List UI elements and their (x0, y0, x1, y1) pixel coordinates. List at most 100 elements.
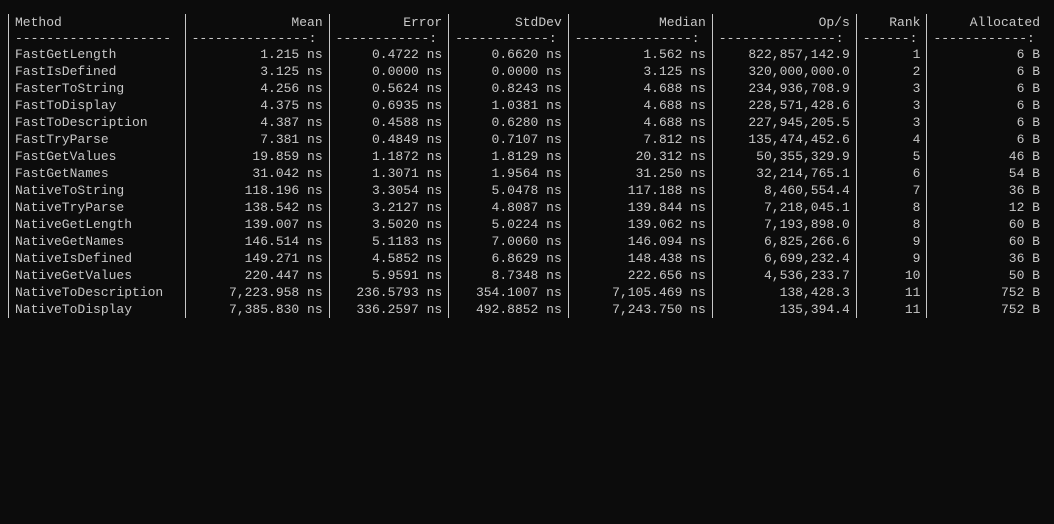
cell-9-1: 138.542 ns (185, 199, 329, 216)
col-header-allocated: Allocated (927, 14, 1046, 31)
col-separator-2: ------------: (329, 31, 449, 46)
cell-10-1: 139.007 ns (185, 216, 329, 233)
cell-5-1: 7.381 ns (185, 131, 329, 148)
cell-1-2: 0.0000 ns (329, 63, 449, 80)
cell-5-5: 135,474,452.6 (712, 131, 856, 148)
cell-13-2: 5.9591 ns (329, 267, 449, 284)
cell-10-6: 8 (856, 216, 927, 233)
cell-3-1: 4.375 ns (185, 97, 329, 114)
cell-12-0: NativeIsDefined (9, 250, 186, 267)
cell-9-3: 4.8087 ns (449, 199, 569, 216)
cell-3-3: 1.0381 ns (449, 97, 569, 114)
cell-4-3: 0.6280 ns (449, 114, 569, 131)
table-row: NativeToDescription7,223.958 ns236.5793 … (9, 284, 1047, 301)
cell-11-1: 146.514 ns (185, 233, 329, 250)
cell-10-5: 7,193,898.0 (712, 216, 856, 233)
cell-12-4: 148.438 ns (568, 250, 712, 267)
cell-15-3: 492.8852 ns (449, 301, 569, 318)
cell-11-4: 146.094 ns (568, 233, 712, 250)
cell-11-5: 6,825,266.6 (712, 233, 856, 250)
cell-8-1: 118.196 ns (185, 182, 329, 199)
cell-14-4: 7,105.469 ns (568, 284, 712, 301)
cell-9-0: NativeTryParse (9, 199, 186, 216)
cell-5-6: 4 (856, 131, 927, 148)
table-row: NativeGetLength139.007 ns3.5020 ns5.0224… (9, 216, 1047, 233)
cell-5-4: 7.812 ns (568, 131, 712, 148)
table-row: FastGetNames31.042 ns1.3071 ns1.9564 ns3… (9, 165, 1047, 182)
cell-7-0: FastGetNames (9, 165, 186, 182)
col-header-op-s: Op/s (712, 14, 856, 31)
cell-8-6: 7 (856, 182, 927, 199)
col-header-error: Error (329, 14, 449, 31)
cell-15-4: 7,243.750 ns (568, 301, 712, 318)
cell-6-4: 20.312 ns (568, 148, 712, 165)
cell-8-3: 5.0478 ns (449, 182, 569, 199)
cell-10-4: 139.062 ns (568, 216, 712, 233)
cell-6-5: 50,355,329.9 (712, 148, 856, 165)
cell-0-1: 1.215 ns (185, 46, 329, 63)
cell-1-5: 320,000,000.0 (712, 63, 856, 80)
cell-11-6: 9 (856, 233, 927, 250)
cell-4-6: 3 (856, 114, 927, 131)
table-separator-row: -----------------------------------:----… (9, 31, 1047, 46)
table-header-row: MethodMeanErrorStdDevMedianOp/sRankAlloc… (9, 14, 1047, 31)
cell-6-0: FastGetValues (9, 148, 186, 165)
cell-4-0: FastToDescription (9, 114, 186, 131)
cell-4-7: 6 B (927, 114, 1046, 131)
cell-13-4: 222.656 ns (568, 267, 712, 284)
cell-12-7: 36 B (927, 250, 1046, 267)
table-row: NativeToString118.196 ns3.3054 ns5.0478 … (9, 182, 1047, 199)
cell-9-5: 7,218,045.1 (712, 199, 856, 216)
cell-4-5: 227,945,205.5 (712, 114, 856, 131)
cell-7-3: 1.9564 ns (449, 165, 569, 182)
cell-10-7: 60 B (927, 216, 1046, 233)
cell-15-2: 336.2597 ns (329, 301, 449, 318)
cell-15-7: 752 B (927, 301, 1046, 318)
cell-7-2: 1.3071 ns (329, 165, 449, 182)
cell-10-2: 3.5020 ns (329, 216, 449, 233)
table-row: FastToDisplay4.375 ns0.6935 ns1.0381 ns4… (9, 97, 1047, 114)
cell-14-0: NativeToDescription (9, 284, 186, 301)
cell-0-0: FastGetLength (9, 46, 186, 63)
col-separator-0: -------------------- (9, 31, 186, 46)
cell-7-5: 32,214,765.1 (712, 165, 856, 182)
cell-3-7: 6 B (927, 97, 1046, 114)
col-separator-1: ---------------: (185, 31, 329, 46)
cell-14-3: 354.1007 ns (449, 284, 569, 301)
table-row: FasterToString4.256 ns0.5624 ns0.8243 ns… (9, 80, 1047, 97)
cell-1-0: FastIsDefined (9, 63, 186, 80)
cell-7-4: 31.250 ns (568, 165, 712, 182)
cell-12-6: 9 (856, 250, 927, 267)
cell-1-1: 3.125 ns (185, 63, 329, 80)
cell-5-0: FastTryParse (9, 131, 186, 148)
cell-8-4: 117.188 ns (568, 182, 712, 199)
cell-0-7: 6 B (927, 46, 1046, 63)
table-row: FastGetLength1.215 ns0.4722 ns0.6620 ns1… (9, 46, 1047, 63)
col-separator-6: ------: (856, 31, 927, 46)
cell-13-5: 4,536,233.7 (712, 267, 856, 284)
cell-9-6: 8 (856, 199, 927, 216)
cell-15-1: 7,385.830 ns (185, 301, 329, 318)
cell-11-3: 7.0060 ns (449, 233, 569, 250)
table-row: NativeGetNames146.514 ns5.1183 ns7.0060 … (9, 233, 1047, 250)
cell-9-4: 139.844 ns (568, 199, 712, 216)
cell-5-2: 0.4849 ns (329, 131, 449, 148)
cell-8-0: NativeToString (9, 182, 186, 199)
cell-1-4: 3.125 ns (568, 63, 712, 80)
cell-2-1: 4.256 ns (185, 80, 329, 97)
cell-6-2: 1.1872 ns (329, 148, 449, 165)
cell-10-3: 5.0224 ns (449, 216, 569, 233)
cell-6-6: 5 (856, 148, 927, 165)
cell-11-0: NativeGetNames (9, 233, 186, 250)
cell-3-2: 0.6935 ns (329, 97, 449, 114)
cell-4-4: 4.688 ns (568, 114, 712, 131)
table-row: FastTryParse7.381 ns0.4849 ns0.7107 ns7.… (9, 131, 1047, 148)
cell-4-2: 0.4588 ns (329, 114, 449, 131)
col-header-median: Median (568, 14, 712, 31)
cell-7-7: 54 B (927, 165, 1046, 182)
table-row: FastIsDefined3.125 ns0.0000 ns0.0000 ns3… (9, 63, 1047, 80)
table-row: FastToDescription4.387 ns0.4588 ns0.6280… (9, 114, 1047, 131)
cell-8-7: 36 B (927, 182, 1046, 199)
cell-1-7: 6 B (927, 63, 1046, 80)
cell-12-3: 6.8629 ns (449, 250, 569, 267)
